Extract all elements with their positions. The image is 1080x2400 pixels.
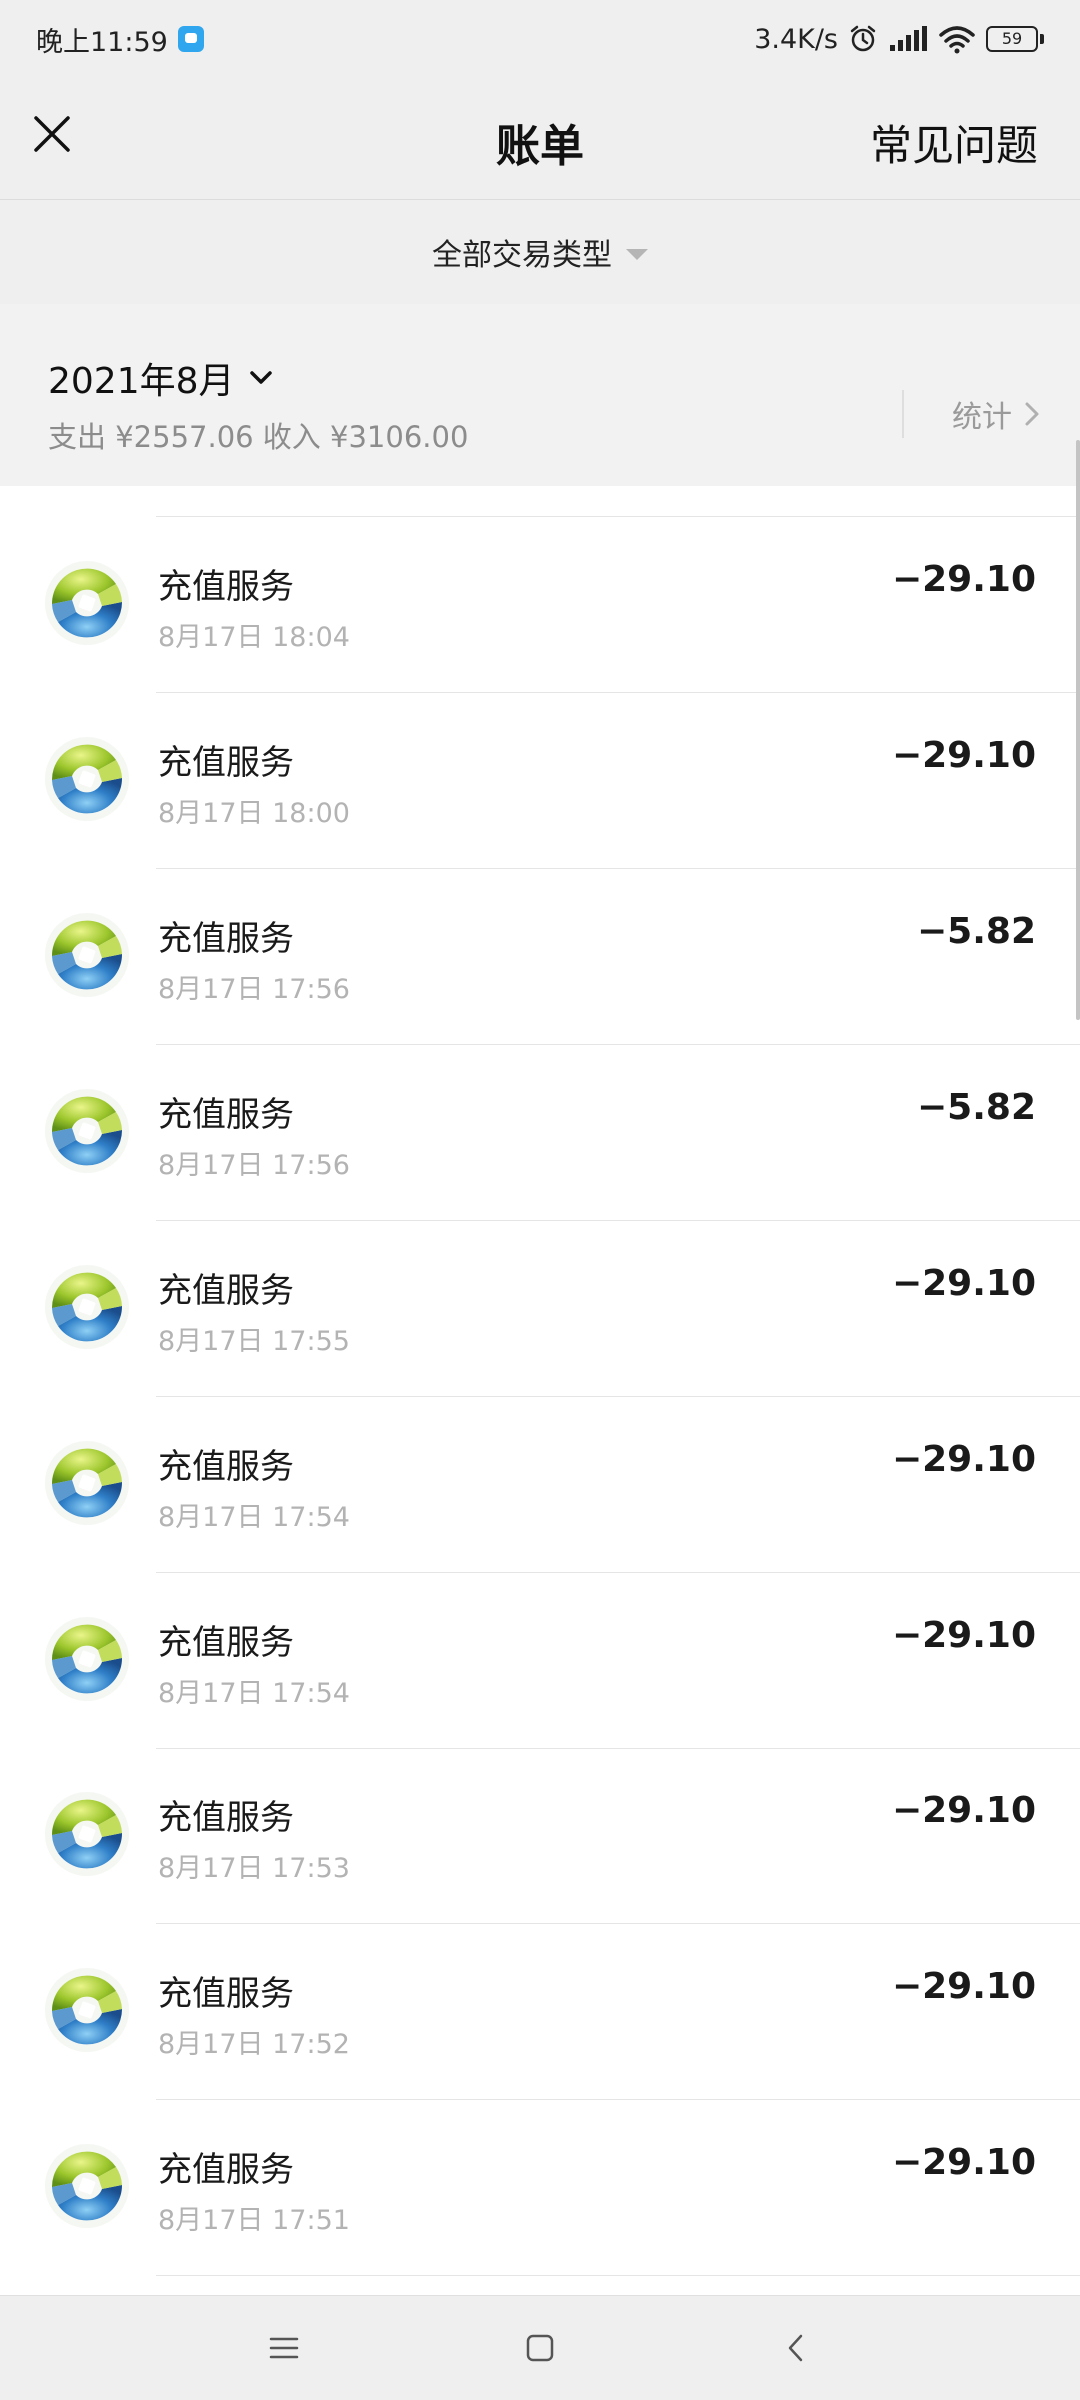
caret-down-icon [626, 248, 648, 260]
recharge-service-logo-icon [44, 1967, 130, 2053]
back-button[interactable] [766, 2318, 826, 2378]
status-bar-right: 3.4K/s 59 [754, 24, 1044, 55]
transaction-time: 8月17日 17:55 [158, 1325, 350, 1357]
transaction-row[interactable]: 充值服务 8月17日 18:04 −29.10 [0, 517, 1080, 693]
transaction-row[interactable]: 充值服务 8月17日 17:55 −29.10 [0, 1221, 1080, 1397]
status-bar-left: 晚上11:59 [36, 20, 204, 59]
recharge-service-logo-icon [44, 1616, 130, 1702]
transaction-time: 8月17日 18:00 [158, 797, 350, 829]
wifi-icon [939, 26, 975, 54]
status-bar: 晚上11:59 3.4K/s 59 [0, 0, 1080, 78]
signal-icon [890, 26, 927, 51]
transaction-title: 充值服务 [158, 1270, 294, 1311]
chat-notification-icon [177, 26, 204, 52]
home-icon [526, 2334, 554, 2362]
menu-button[interactable] [254, 2318, 314, 2378]
navigation-bar [0, 2295, 1080, 2400]
transaction-time: 8月17日 17:54 [158, 1677, 350, 1709]
recharge-service-logo-icon [44, 736, 130, 822]
recharge-service-logo-icon [44, 560, 130, 646]
alarm-icon [850, 25, 876, 52]
transaction-title: 充值服务 [158, 1622, 294, 1663]
transaction-amount: −29.10 [891, 1614, 1036, 1656]
transaction-row[interactable]: 充值服务 8月17日 17:56 −5.82 [0, 1045, 1080, 1221]
transaction-amount: −29.10 [891, 1438, 1036, 1480]
recharge-service-logo-icon [44, 2143, 130, 2229]
transaction-type-filter[interactable]: 全部交易类型 [0, 200, 1080, 304]
transaction-row[interactable]: 充值服务 8月17日 17:52 −29.10 [0, 1924, 1080, 2101]
transaction-row[interactable]: 充值服务 8月17日 17:54 −29.10 [0, 1573, 1080, 1749]
month-section: 2021年8月 支出 ¥2557.06 收入 ¥3106.00 统计 [0, 304, 1080, 486]
transaction-amount: −5.82 [917, 1086, 1036, 1128]
transaction-time: 8月17日 17:51 [158, 2205, 350, 2237]
transaction-amount: −29.10 [891, 734, 1036, 776]
transaction-title: 充值服务 [158, 742, 294, 783]
transaction-time: 8月17日 17:54 [158, 1501, 350, 1533]
chevron-right-icon [1025, 402, 1039, 426]
menu-icon [269, 2337, 299, 2359]
transaction-row[interactable]: 充值服务 8月17日 17:56 −5.82 [0, 869, 1080, 1045]
transaction-amount: −29.10 [891, 1790, 1036, 1832]
recharge-service-logo-icon [44, 912, 130, 998]
transaction-row[interactable]: 充值服务 8月17日 17:53 −29.10 [0, 1748, 1080, 1925]
back-icon [788, 2334, 803, 2362]
battery-icon: 59 [986, 26, 1044, 52]
transaction-amount: −29.10 [891, 559, 1036, 600]
stats-label: 统计 [952, 400, 1012, 435]
month-label: 2021年8月 [48, 361, 235, 402]
transaction-time: 8月17日 18:04 [158, 622, 350, 653]
stats-button[interactable]: 统计 [902, 390, 1040, 438]
transaction-title: 充值服务 [158, 1974, 294, 2015]
transaction-title: 充值服务 [158, 1094, 294, 1135]
transaction-list: 充值服务 8月17日 18:04 −29.10 充值服务 8月17日 18:00 −29.… [0, 486, 1080, 2296]
divider [156, 2275, 1080, 2277]
network-speed: 3.4K/s [754, 23, 838, 55]
transaction-title: 充值服务 [158, 918, 294, 959]
transaction-title: 充值服务 [158, 1446, 294, 1487]
transaction-amount: −29.10 [891, 1262, 1036, 1304]
transaction-title: 充值服务 [158, 1798, 294, 1839]
transaction-time: 8月17日 17:52 [158, 2029, 350, 2061]
faq-link[interactable]: 常见问题 [870, 112, 1038, 173]
transaction-title: 充值服务 [158, 567, 294, 607]
month-selector[interactable]: 2021年8月 [48, 352, 273, 404]
transaction-amount: −5.82 [917, 910, 1036, 952]
recharge-service-logo-icon [44, 1440, 130, 1526]
recharge-service-logo-icon [44, 1088, 130, 1174]
header: 账单 常见问题 [0, 78, 1080, 200]
transaction-row[interactable]: 充值服务 8月17日 17:51 −29.10 [0, 2100, 1080, 2277]
transaction-amount: −29.10 [891, 1966, 1036, 2008]
transaction-title: 充值服务 [158, 2150, 294, 2191]
income-expense-summary: 支出 ¥2557.06 收入 ¥3106.00 [48, 420, 469, 454]
transaction-row[interactable]: 充值服务 8月17日 18:00 −29.10 [0, 693, 1080, 869]
battery-level: 59 [986, 26, 1038, 52]
filter-label: 全部交易类型 [432, 238, 612, 273]
transaction-row[interactable]: 充值服务 8月17日 17:54 −29.10 [0, 1397, 1080, 1573]
transaction-time: 8月17日 17:56 [158, 1149, 350, 1181]
transaction-amount: −29.10 [891, 2142, 1036, 2184]
transaction-time: 8月17日 17:56 [158, 973, 350, 1005]
recharge-service-logo-icon [44, 1264, 130, 1350]
home-button[interactable] [510, 2318, 570, 2378]
transaction-time: 8月17日 17:53 [158, 1853, 350, 1885]
chevron-down-icon [249, 371, 272, 384]
status-time: 晚上11:59 [36, 26, 168, 58]
scrollbar[interactable] [1076, 440, 1080, 1020]
recharge-service-logo-icon [44, 1791, 130, 1877]
